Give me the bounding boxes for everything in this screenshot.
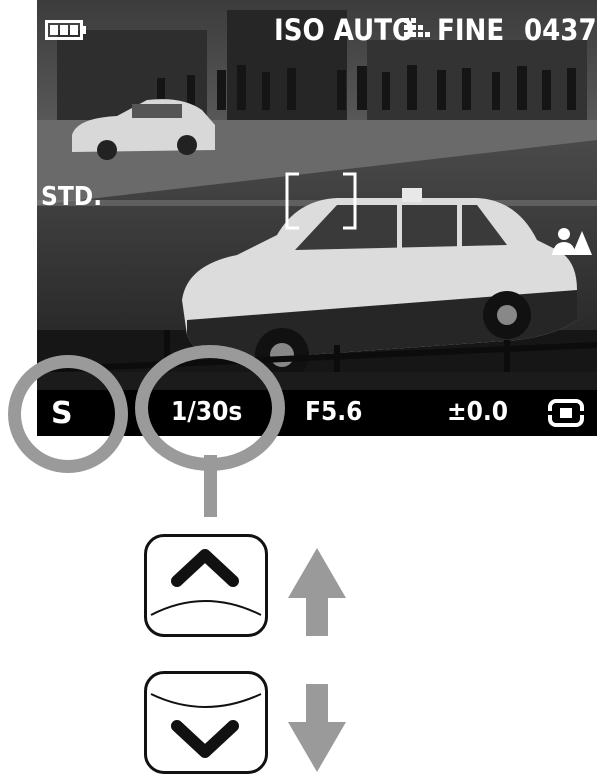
chevron-down-icon <box>150 693 262 758</box>
image-quality-grid-icon <box>404 18 430 37</box>
landscape-portrait-icon <box>552 228 592 255</box>
callout-connector-line <box>204 455 217 517</box>
aperture-value: F5.6 <box>305 397 363 427</box>
multi-segment-metering-icon <box>548 399 584 427</box>
shutter-speed-callout-circle <box>135 345 285 471</box>
exposure-compensation-value: ±0.0 <box>447 397 509 427</box>
image-quality-label: FINE <box>437 13 505 47</box>
iso-setting: ISO AUTO <box>274 13 415 47</box>
up-key-button[interactable] <box>144 534 268 637</box>
camera-lcd-screen: ISO AUTO FINE 0437 STD. S 1/30s F5.6 ±0.… <box>37 0 597 436</box>
arrow-up-icon <box>288 548 346 636</box>
chevron-up-icon <box>150 549 262 616</box>
arrow-down-icon <box>288 684 346 772</box>
image-tone-label: STD. <box>41 182 103 212</box>
battery-full-icon <box>45 20 86 40</box>
down-key-button[interactable] <box>144 671 268 774</box>
shots-remaining: 0437 <box>524 13 597 47</box>
af-frame-bracket-icon <box>285 172 357 230</box>
mode-callout-circle <box>8 355 128 473</box>
